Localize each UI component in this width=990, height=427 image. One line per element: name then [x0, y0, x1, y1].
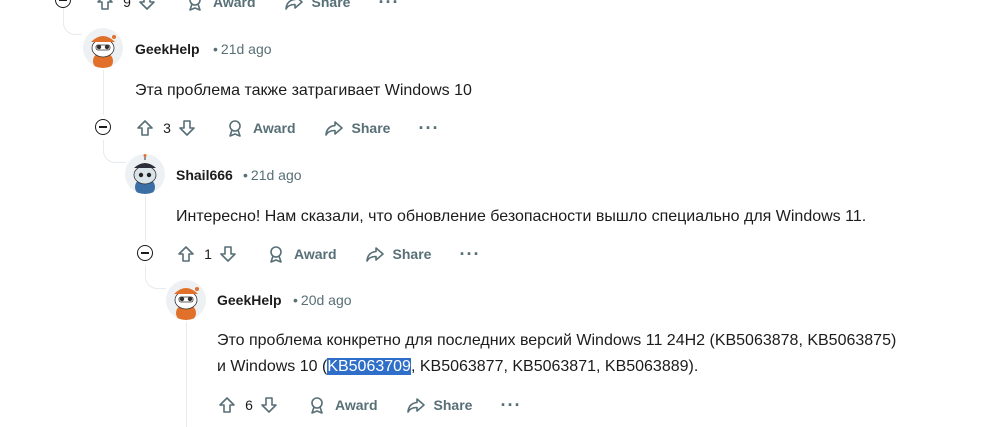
- thread-line-level3: [145, 196, 146, 241]
- comment-text-segment: , KB5063877, KB5063871, KB5063889).: [410, 358, 699, 375]
- thread-connector: [103, 140, 126, 163]
- upvote-icon[interactable]: [95, 0, 115, 12]
- comment-meta: • 21d ago: [210, 41, 272, 57]
- upvote-icon[interactable]: [176, 244, 196, 264]
- comment-author[interactable]: GeekHelp: [135, 41, 200, 57]
- award-button[interactable]: Award: [307, 395, 378, 415]
- share-icon: [365, 247, 384, 262]
- comment-timestamp[interactable]: 21d ago: [221, 41, 272, 57]
- vote-control: 1: [176, 244, 238, 264]
- award-icon: [229, 120, 241, 137]
- award-button[interactable]: Award: [185, 0, 256, 12]
- more-options-button[interactable]: ···: [459, 244, 480, 265]
- more-options-button[interactable]: ···: [418, 118, 439, 139]
- comment-meta: • 21d ago: [240, 167, 302, 183]
- snoo-avatar-icon: [174, 287, 199, 320]
- award-label: Award: [213, 0, 256, 10]
- more-options-button[interactable]: ···: [500, 395, 521, 416]
- award-label: Award: [253, 120, 296, 136]
- share-label: Share: [311, 0, 351, 10]
- vote-count: 9: [123, 0, 131, 10]
- share-icon: [284, 0, 303, 10]
- share-icon: [406, 398, 425, 413]
- thread-line-level2: [103, 70, 104, 115]
- meta-separator: •: [213, 41, 218, 57]
- award-icon: [270, 246, 282, 263]
- downvote-icon[interactable]: [218, 244, 238, 264]
- avatar[interactable]: [125, 154, 165, 194]
- share-button[interactable]: Share: [324, 118, 391, 138]
- meta-separator: •: [243, 167, 248, 183]
- avatar[interactable]: [83, 28, 123, 68]
- comment-meta: • 20d ago: [290, 292, 352, 308]
- share-icon: [324, 121, 343, 136]
- share-label: Share: [351, 120, 391, 136]
- award-button[interactable]: Award: [266, 244, 337, 264]
- share-button[interactable]: Share: [406, 395, 473, 415]
- vote-control: 9: [95, 0, 157, 12]
- downvote-icon[interactable]: [177, 118, 197, 138]
- comment-action-bar: 6 Award Share ···: [217, 391, 521, 419]
- share-button[interactable]: Share: [284, 0, 351, 12]
- thread-connector: [145, 266, 166, 289]
- comment-body: Интересно! Нам сказали, что обновление б…: [176, 208, 867, 225]
- comment-timestamp[interactable]: 20d ago: [301, 292, 352, 308]
- collapse-thread-button[interactable]: [55, 0, 71, 8]
- comment-timestamp[interactable]: 21d ago: [251, 167, 302, 183]
- award-icon: [311, 397, 323, 414]
- comment-author[interactable]: Shail666: [176, 167, 233, 183]
- thread-line-level4: [186, 322, 187, 427]
- award-icon: [189, 0, 201, 11]
- comment-body-line1: Это проблема конкретно для последних вер…: [217, 332, 897, 349]
- snoo-avatar-icon: [133, 154, 157, 194]
- vote-count: 1: [204, 246, 212, 262]
- comment-text-segment: и Windows 10 (: [217, 358, 328, 375]
- award-button[interactable]: Award: [225, 118, 296, 138]
- downvote-icon[interactable]: [259, 395, 279, 415]
- avatar[interactable]: [166, 280, 206, 320]
- comment-author[interactable]: GeekHelp: [217, 292, 282, 308]
- share-label: Share: [392, 246, 432, 262]
- share-button[interactable]: Share: [365, 244, 432, 264]
- award-label: Award: [335, 397, 378, 413]
- vote-control: 6: [217, 395, 279, 415]
- comment-action-bar: 1 Award Share ···: [176, 240, 480, 268]
- vote-count: 3: [163, 120, 171, 136]
- comment-body: Эта проблема также затрагивает Windows 1…: [135, 82, 472, 99]
- thread-connector: [63, 14, 82, 35]
- upvote-icon[interactable]: [217, 395, 237, 415]
- selected-text: KB5063709: [327, 358, 411, 375]
- comment-action-bar: 3 Award Share ···: [135, 114, 439, 142]
- collapse-thread-button[interactable]: [137, 245, 153, 261]
- more-options-button[interactable]: ···: [378, 0, 399, 13]
- award-label: Award: [294, 246, 337, 262]
- vote-count: 6: [245, 397, 253, 413]
- downvote-icon[interactable]: [137, 0, 157, 12]
- collapse-thread-button[interactable]: [95, 119, 111, 135]
- vote-control: 3: [135, 118, 197, 138]
- upvote-icon[interactable]: [135, 118, 155, 138]
- top-action-bar: 9 Award Share ···: [95, 0, 399, 16]
- share-label: Share: [433, 397, 473, 413]
- snoo-avatar-icon: [91, 35, 116, 68]
- comment-body-line2: и Windows 10 (KB5063709, KB5063877, KB50…: [217, 355, 698, 379]
- thread-line-level2b: [103, 140, 104, 141]
- meta-separator: •: [293, 292, 298, 308]
